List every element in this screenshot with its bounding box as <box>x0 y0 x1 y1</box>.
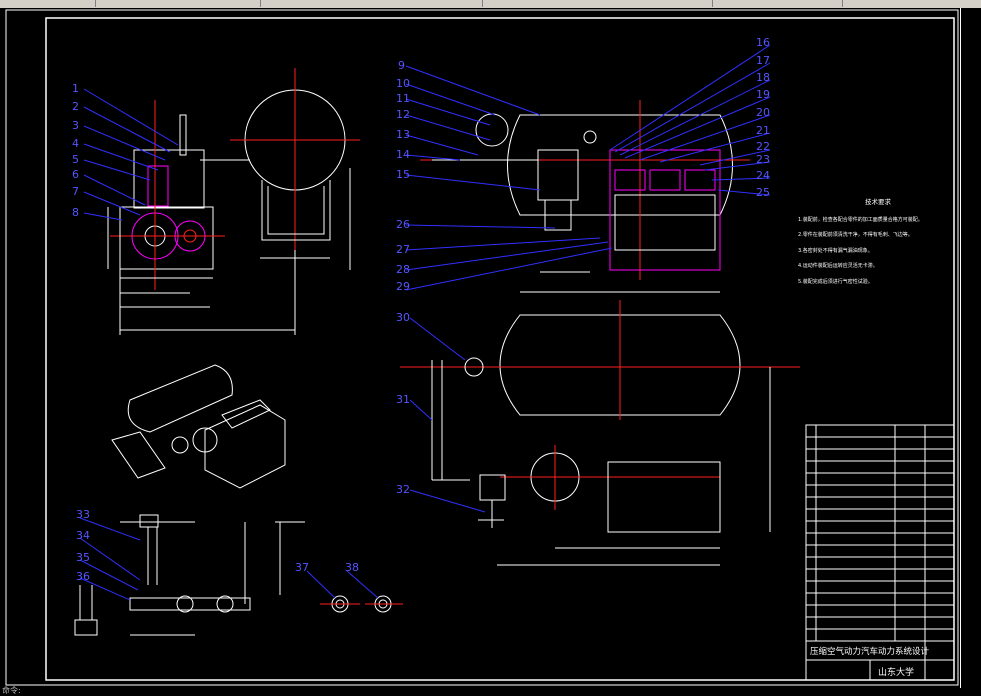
balloon-16: 16 <box>756 36 770 49</box>
balloon-35: 35 <box>76 551 90 564</box>
tech-requirements-title: 技术要求 <box>865 198 891 206</box>
balloon-13: 13 <box>396 128 410 141</box>
balloon-38: 38 <box>345 561 359 574</box>
balloon-28: 28 <box>396 263 410 276</box>
balloon-32: 32 <box>396 483 410 496</box>
balloons-left: 1 2 3 4 5 6 7 8 <box>72 82 79 219</box>
leader-lines-bottom <box>79 517 379 601</box>
command-prompt: 命令: <box>2 686 21 695</box>
balloon-24: 24 <box>756 169 770 182</box>
balloon-11: 11 <box>396 92 410 105</box>
balloon-8: 8 <box>72 206 79 219</box>
leader-lines-left <box>83 88 179 221</box>
technical-requirements: 技术要求 1.装配前，检查各配合零件的加工面质量合格方可装配。 2.零件在装配前… <box>798 195 958 290</box>
drawing-canvas[interactable]: 1 2 3 4 5 6 7 8 9 10 11 12 13 14 15 16 1… <box>0 0 981 695</box>
balloon-14: 14 <box>396 148 410 161</box>
balloons-mid: 30 31 32 <box>396 311 410 496</box>
drawing-title: 压缩空气动力汽车动力系统设计 <box>810 646 930 657</box>
balloon-19: 19 <box>756 88 770 101</box>
balloon-21: 21 <box>756 124 770 137</box>
tech-requirement-4: 4.运动件装配后运转应灵活无卡滞。 <box>798 263 878 269</box>
balloon-9: 9 <box>398 59 405 72</box>
balloon-15: 15 <box>396 168 410 181</box>
balloon-26: 26 <box>396 218 410 231</box>
balloon-22: 22 <box>756 140 770 153</box>
balloon-33: 33 <box>76 508 90 521</box>
view-bottom-left <box>74 514 403 636</box>
leader-lines-top-right <box>405 44 771 291</box>
balloon-6: 6 <box>72 168 79 181</box>
balloon-29: 29 <box>396 280 410 293</box>
balloon-10: 10 <box>396 77 410 90</box>
balloon-7: 7 <box>72 185 79 198</box>
isometric-view <box>111 364 286 489</box>
balloon-20: 20 <box>756 106 770 119</box>
balloon-31: 31 <box>396 393 410 406</box>
balloons-bottom-left: 33 34 35 36 <box>76 508 90 583</box>
tech-requirement-2: 2.零件在装配前须清洗干净，不得有毛刺、飞边等。 <box>798 232 913 238</box>
balloon-36: 36 <box>76 570 90 583</box>
balloon-1: 1 <box>72 82 79 95</box>
balloon-18: 18 <box>756 71 770 84</box>
balloons-top-right-right: 16 17 18 19 20 21 22 23 24 25 <box>756 36 770 199</box>
tech-requirement-5: 5.装配完成后须进行气密性试验。 <box>798 278 873 285</box>
balloons-top-right-bottom: 26 27 28 29 <box>396 218 410 293</box>
balloon-2: 2 <box>72 100 79 113</box>
tech-requirement-3: 3.各密封处不得有漏气漏油现象。 <box>798 247 873 254</box>
school-name: 山东大学 <box>878 666 914 678</box>
balloon-12: 12 <box>396 108 410 121</box>
leader-lines-mid <box>409 317 486 513</box>
balloon-23: 23 <box>756 153 770 166</box>
balloon-25: 25 <box>756 186 770 199</box>
view-middle-right <box>400 300 800 566</box>
command-line[interactable]: 命令: <box>0 686 981 695</box>
balloon-3: 3 <box>72 119 79 132</box>
balloon-4: 4 <box>72 137 79 150</box>
parts-list-table <box>805 424 955 681</box>
view-top-right <box>420 100 750 293</box>
balloon-30: 30 <box>396 311 410 324</box>
view-front-left <box>107 68 360 335</box>
balloon-37: 37 <box>295 561 309 574</box>
balloons-top-right-left: 9 10 11 12 13 14 15 <box>396 59 410 181</box>
outer-frame <box>5 9 959 686</box>
balloon-5: 5 <box>72 153 79 166</box>
balloon-34: 34 <box>76 529 90 542</box>
balloons-bottom-small: 37 38 <box>295 561 359 574</box>
vertical-scrollbar[interactable] <box>960 8 981 688</box>
balloon-27: 27 <box>396 243 410 256</box>
tech-requirement-1: 1.装配前，检查各配合零件的加工面质量合格方可装配。 <box>798 216 923 223</box>
balloon-17: 17 <box>756 54 770 67</box>
